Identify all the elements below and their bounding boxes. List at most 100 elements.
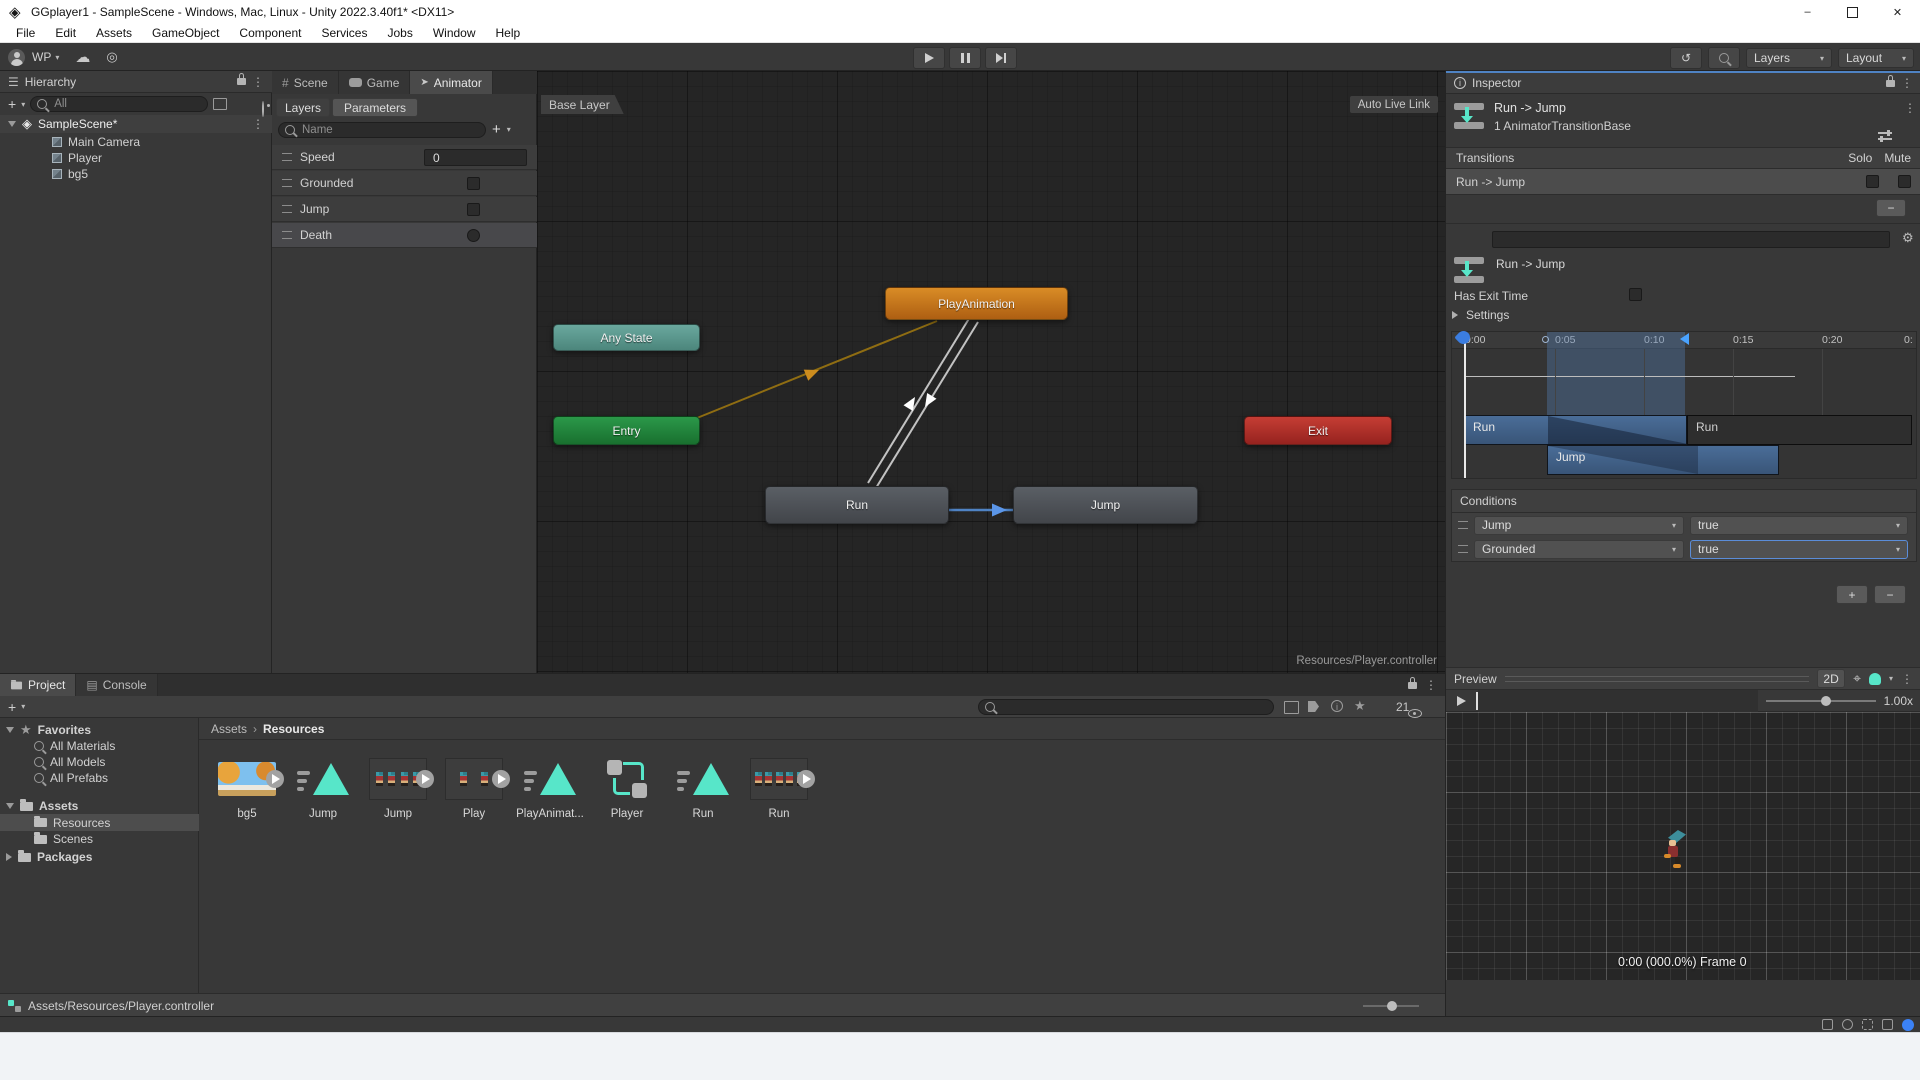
search-in-assets-icon[interactable]: [1284, 701, 1299, 714]
assets-node[interactable]: Assets: [6, 798, 194, 814]
layers-subtab[interactable]: Layers: [276, 98, 330, 117]
label-icon[interactable]: [1308, 701, 1319, 712]
drag-handle-icon[interactable]: [282, 205, 292, 213]
minimize-button[interactable]: –: [1785, 0, 1830, 24]
asset-run-sheet[interactable]: Run: [741, 754, 817, 820]
open-window-icon[interactable]: [213, 98, 227, 110]
status-icon-1[interactable]: [1822, 1019, 1833, 1030]
status-icon-3[interactable]: [1862, 1019, 1873, 1030]
close-button[interactable]: ✕: [1875, 0, 1920, 24]
transition-timeline[interactable]: 0:00 0:05 0:10 0:15 0:20 0: Run Run Jump: [1451, 331, 1917, 479]
menu-services[interactable]: Services: [311, 26, 377, 40]
tab-project[interactable]: Project: [0, 674, 76, 696]
mute-checkbox[interactable]: [1898, 175, 1911, 188]
state-any-state[interactable]: Any State: [553, 324, 700, 351]
hierarchy-search-input[interactable]: [52, 97, 201, 111]
lock-icon[interactable]: [237, 78, 246, 85]
favorites-node[interactable]: ★ Favorites: [6, 722, 194, 738]
add-condition-button[interactable]: +: [1836, 585, 1868, 604]
add-parameter-caret-icon[interactable]: ▾: [507, 125, 511, 134]
preview-viewport[interactable]: 0:00 (000.0%) Frame 0: [1446, 712, 1920, 980]
packages-node[interactable]: Packages: [6, 849, 194, 865]
preview-play-button[interactable]: [1446, 690, 1476, 712]
watch-eye-icon[interactable]: [262, 101, 264, 117]
project-menu-icon[interactable]: ⋮: [1425, 678, 1437, 692]
asset-player-controller[interactable]: Player: [589, 754, 665, 820]
parameter-row-death[interactable]: Death: [272, 223, 537, 248]
breadcrumb-current[interactable]: Resources: [263, 722, 324, 736]
parameter-search[interactable]: [278, 122, 486, 138]
animator-graph[interactable]: Base Layer Auto Live Link PlayAnimation …: [537, 71, 1445, 673]
remove-condition-button[interactable]: −: [1874, 585, 1906, 604]
step-button[interactable]: [985, 47, 1017, 69]
play-button[interactable]: [913, 47, 945, 69]
remove-transition-button[interactable]: −: [1876, 199, 1906, 217]
hierarchy-item-bg5[interactable]: bg5: [52, 166, 262, 182]
tab-console[interactable]: ▤Console: [76, 674, 157, 696]
playhead-line[interactable]: [1464, 334, 1466, 478]
preview-drag-handle[interactable]: [1505, 676, 1809, 682]
parameter-row-jump[interactable]: Jump: [272, 197, 537, 222]
tab-animator[interactable]: ➤Animator: [410, 71, 492, 94]
pause-button[interactable]: [949, 47, 981, 69]
avatar-icon[interactable]: [1869, 673, 1881, 685]
play-badge-icon[interactable]: [797, 770, 815, 788]
undo-history-button[interactable]: ↺: [1670, 47, 1702, 69]
solo-checkbox[interactable]: [1866, 175, 1879, 188]
menu-file[interactable]: File: [6, 26, 45, 40]
inspector-menu-icon[interactable]: ⋮: [1901, 76, 1913, 90]
account-label[interactable]: WP: [32, 50, 51, 64]
search-button[interactable]: [1708, 47, 1740, 69]
scene-name[interactable]: SampleScene*: [38, 117, 117, 131]
collab-target-icon[interactable]: ◎: [106, 49, 117, 65]
breadcrumb-root[interactable]: Assets: [211, 722, 247, 736]
asset-run-clip[interactable]: Run: [665, 754, 741, 820]
menu-assets[interactable]: Assets: [86, 26, 142, 40]
cloud-icon[interactable]: ☁: [75, 48, 90, 66]
drag-handle-icon[interactable]: [282, 179, 292, 187]
condition-param-dropdown[interactable]: Grounded▾: [1474, 540, 1684, 559]
tree-item-all-models[interactable]: All Models: [34, 754, 194, 770]
avatar-caret-icon[interactable]: ▾: [1889, 674, 1893, 683]
transition-list-row[interactable]: Run -> Jump: [1446, 169, 1920, 195]
state-entry[interactable]: Entry: [553, 416, 700, 445]
foldout-icon[interactable]: [8, 121, 16, 127]
exit-marker-icon[interactable]: [1680, 333, 1689, 345]
speed-value-field[interactable]: 0: [424, 149, 527, 166]
layout-dropdown[interactable]: Layout▾: [1838, 48, 1914, 68]
state-exit[interactable]: Exit: [1244, 416, 1392, 445]
menu-help[interactable]: Help: [486, 26, 531, 40]
preview-header[interactable]: Preview 2D ⌖ ▾ ⋮: [1446, 667, 1920, 690]
parameters-subtab[interactable]: Parameters: [332, 98, 418, 117]
tree-item-all-materials[interactable]: All Materials: [34, 738, 194, 754]
scene-menu-icon[interactable]: ⋮: [252, 117, 264, 131]
maximize-button[interactable]: [1830, 0, 1875, 24]
favorite-star-icon[interactable]: ★: [1354, 698, 1366, 714]
progress-indicator-icon[interactable]: [1902, 1019, 1914, 1031]
play-badge-icon[interactable]: [492, 770, 510, 788]
slider-knob[interactable]: [1821, 696, 1831, 706]
state-run[interactable]: Run: [765, 486, 949, 524]
preview-speed-slider[interactable]: [1766, 700, 1876, 702]
preview-2d-button[interactable]: 2D: [1817, 669, 1845, 688]
slider-knob[interactable]: [1387, 1001, 1397, 1011]
parameter-row-grounded[interactable]: Grounded: [272, 171, 537, 196]
scene-row[interactable]: ◈ SampleScene* ⋮: [0, 115, 272, 133]
menu-gameobject[interactable]: GameObject: [142, 26, 229, 40]
tab-scene[interactable]: #Scene: [272, 71, 339, 94]
create-caret-icon[interactable]: ▾: [21, 702, 25, 711]
hierarchy-tab[interactable]: Hierarchy: [25, 75, 76, 89]
hierarchy-item-player[interactable]: Player: [52, 150, 262, 166]
condition-value-dropdown[interactable]: true▾: [1690, 516, 1908, 535]
project-search-input[interactable]: [1000, 700, 1267, 714]
account-icon[interactable]: [8, 49, 25, 66]
timeline-track-run-2[interactable]: Run: [1687, 415, 1912, 445]
parameter-search-input[interactable]: [300, 123, 479, 137]
info-filter-icon[interactable]: i: [1331, 700, 1343, 712]
settings-label[interactable]: Settings: [1466, 308, 1509, 322]
add-parameter-button[interactable]: +: [492, 121, 501, 138]
hierarchy-item-main-camera[interactable]: Main Camera: [52, 134, 262, 150]
drag-handle-icon[interactable]: [1458, 545, 1468, 553]
has-exit-time-checkbox[interactable]: [1629, 288, 1642, 301]
preview-scrub-track[interactable]: [1478, 690, 1758, 712]
